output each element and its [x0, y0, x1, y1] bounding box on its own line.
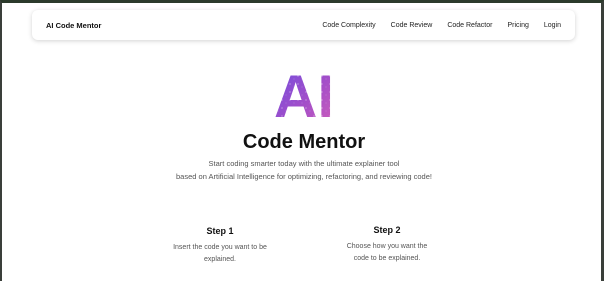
step-2-card: Step 2 Choose how you want the code to b… [312, 225, 462, 264]
step-1-card: Step 1 Insert the code you want to be ex… [145, 226, 295, 265]
nav-link-code-complexity[interactable]: Code Complexity [322, 22, 375, 29]
brand-logo-link[interactable]: AI Code Mentor [46, 21, 101, 30]
nav-links: Code Complexity Code Review Code Refacto… [307, 22, 561, 29]
hero-subtitle-line-2: based on Artificial Intelligence for opt… [176, 171, 432, 181]
step-2-title: Step 2 [373, 225, 401, 235]
ai-logo-sparkle-overlay: AI [274, 65, 334, 125]
step-2-description: Choose how you want the code to be expla… [312, 241, 462, 264]
ai-logo-graphic: AI AI [274, 65, 334, 125]
step-2-desc-line-2: code to be explained. [353, 254, 421, 262]
hero-subtitle-line-1: Start coding smarter today with the ulti… [208, 159, 400, 168]
nav-link-login[interactable]: Login [544, 22, 561, 29]
nav-link-pricing[interactable]: Pricing [507, 22, 528, 29]
step-2-desc-line-1: Choose how you want the [346, 243, 428, 250]
browser-viewport: AI Code Mentor Code Complexity Code Revi… [0, 0, 604, 281]
top-navbar: AI Code Mentor Code Complexity Code Revi… [32, 10, 575, 40]
step-1-description: Insert the code you want to be explained… [145, 242, 295, 265]
hero-subtitle: Start coding smarter today with the ulti… [2, 158, 601, 183]
nav-link-code-refactor[interactable]: Code Refactor [447, 22, 492, 29]
step-1-desc-line-1: Insert the code you want to be [173, 244, 267, 251]
page-title: Code Mentor [242, 131, 366, 153]
ai-logo: AI AI [2, 65, 601, 125]
nav-link-code-review[interactable]: Code Review [391, 22, 433, 29]
step-1-desc-line-2: explained. [204, 255, 236, 263]
step-1-title: Step 1 [206, 226, 234, 236]
